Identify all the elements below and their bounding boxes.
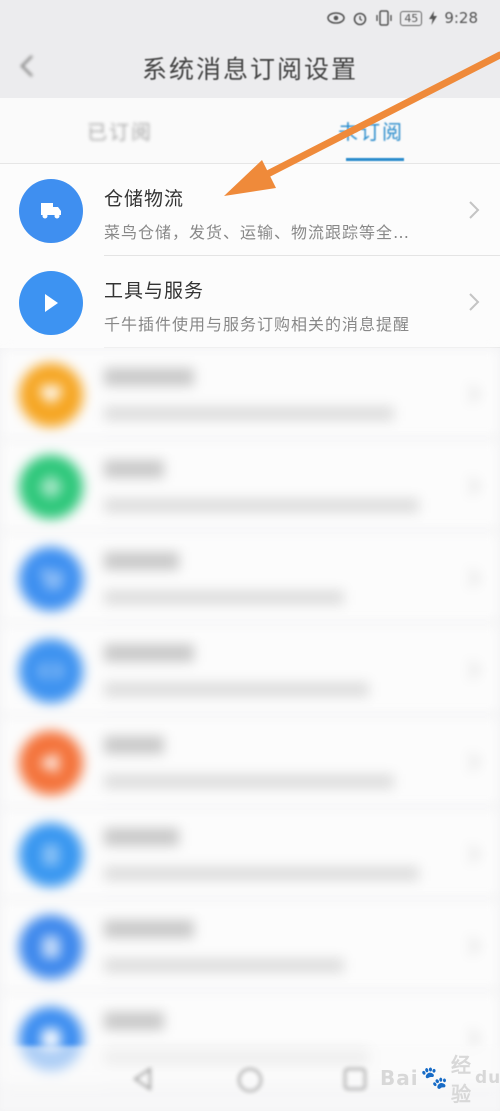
list-item-title <box>104 828 179 846</box>
watermark-text-b: 经验 <box>451 1053 473 1106</box>
list-item[interactable]: 仓储物流菜鸟仓储，发货、运输、物流跟踪等全… <box>0 164 500 256</box>
list-item-subtitle <box>104 682 369 697</box>
battery-level: 45 <box>400 10 423 26</box>
cart-icon <box>19 547 83 611</box>
diamond-icon <box>19 455 83 519</box>
watermark-logo: Bai 🐾 经验 du <box>380 1053 500 1106</box>
page-title: 系统消息订阅设置 <box>141 55 358 84</box>
subscription-tabs: 已订阅 未订阅 <box>0 98 500 164</box>
clock-time: 9:28 <box>444 9 478 27</box>
watermark-text-a: Bai <box>380 1066 419 1090</box>
tab-subscribed[interactable]: 已订阅 <box>87 116 153 145</box>
nav-back-icon[interactable] <box>130 1066 156 1092</box>
list-item-title <box>104 644 194 662</box>
alarm-icon <box>354 12 367 26</box>
chevron-right-icon <box>469 845 480 863</box>
list-icon <box>19 823 83 887</box>
chevron-right-icon <box>469 661 480 679</box>
tab-unsubscribed[interactable]: 未订阅 <box>338 116 404 145</box>
truck-icon <box>19 179 83 243</box>
list-item[interactable] <box>0 624 500 716</box>
list-item-subtitle <box>104 866 419 881</box>
list-item[interactable] <box>0 532 500 624</box>
watermark-text-sub: du <box>475 1068 500 1088</box>
document-icon <box>19 915 83 979</box>
chevron-right-icon <box>469 477 480 495</box>
nav-home-icon[interactable] <box>236 1066 264 1094</box>
chevron-right-icon <box>469 937 480 955</box>
list-item-subtitle <box>104 406 394 421</box>
subscription-list: 仓储物流 菜鸟仓储，发货、运输、物流跟踪等全… 工具与服务 千牛插件使用与服务订购相关… <box>0 164 500 1084</box>
list-item-subtitle <box>104 590 344 605</box>
list-item-title: 仓储物流 <box>104 188 185 210</box>
nav-recents-icon[interactable] <box>342 1066 368 1092</box>
chevron-right-icon <box>469 293 480 311</box>
list-item-subtitle: 菜鸟仓储，发货、运输、物流跟踪等全… <box>104 223 411 242</box>
list-item-title <box>104 460 164 478</box>
list-item-subtitle <box>104 498 419 513</box>
list-item[interactable] <box>0 716 500 808</box>
list-item[interactable] <box>0 808 500 900</box>
list-item-title <box>104 736 164 754</box>
list-item-title <box>104 1012 164 1030</box>
list-item[interactable] <box>0 348 500 440</box>
chevron-right-icon <box>469 385 480 403</box>
chevron-right-icon <box>469 1029 480 1047</box>
list-item-subtitle <box>104 774 394 789</box>
list-item[interactable] <box>0 900 500 992</box>
status-bar: 45 9:28 <box>0 0 500 36</box>
active-tab-indicator <box>346 158 404 161</box>
charging-icon <box>429 11 438 25</box>
megaphone-icon <box>19 731 83 795</box>
list-item-title: 工具与服务 <box>104 280 205 302</box>
status-icons: 45 9:28 <box>327 7 478 29</box>
list-item-title <box>104 552 179 570</box>
app-header: 系统消息订阅设置 <box>0 36 500 98</box>
code-icon <box>19 639 83 703</box>
list-item[interactable] <box>0 440 500 532</box>
chevron-right-icon <box>469 201 480 219</box>
paw-icon: 🐾 <box>420 1065 450 1091</box>
list-item-title <box>104 368 194 386</box>
eye-icon <box>327 12 346 24</box>
list-item-subtitle: 千牛插件使用与服务订购相关的消息提醒 <box>104 315 411 334</box>
chevron-right-icon <box>469 753 480 771</box>
chevron-right-icon <box>469 569 480 587</box>
heart-icon <box>19 363 83 427</box>
vibrate-icon <box>376 10 393 26</box>
list-item-subtitle <box>104 958 344 973</box>
play-icon <box>19 271 83 335</box>
list-item-title <box>104 920 194 938</box>
list-item[interactable]: 工具与服务千牛插件使用与服务订购相关的消息提醒 <box>0 256 500 348</box>
